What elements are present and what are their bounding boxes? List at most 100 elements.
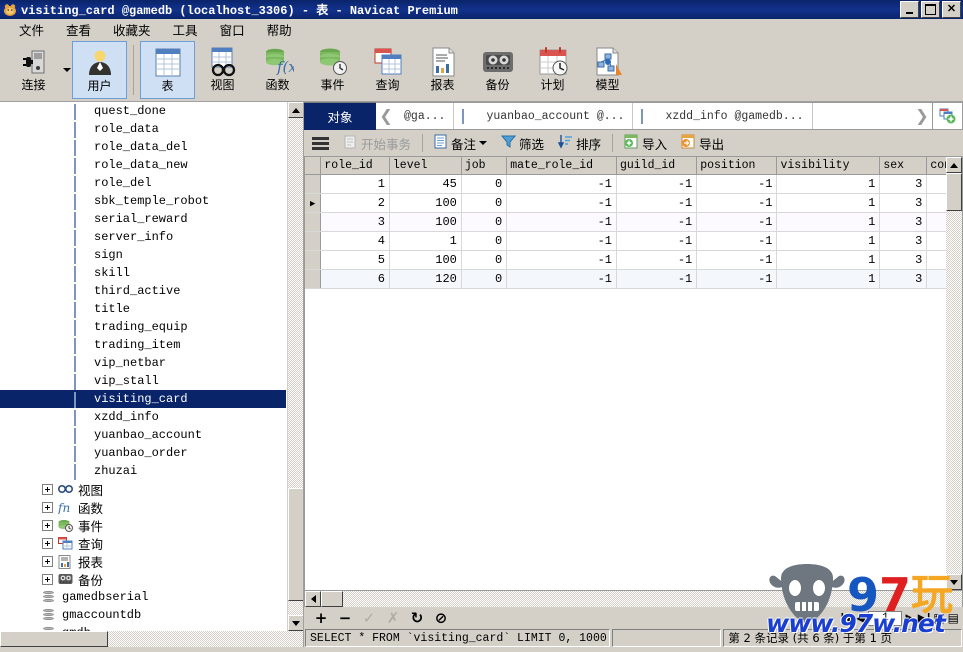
toolbar-table-button[interactable]: 表 [140, 41, 195, 99]
grid-scroll-thumb[interactable] [946, 173, 962, 211]
expand-icon[interactable] [42, 573, 53, 585]
column-header[interactable]: job [461, 157, 508, 175]
expand-icon[interactable] [42, 555, 53, 567]
tree-item-table[interactable]: server_info [0, 228, 286, 246]
table-cell[interactable]: -1 [616, 231, 698, 251]
filter-button[interactable]: 筛选 [494, 132, 551, 155]
tree-item-table[interactable]: trading_item [0, 336, 286, 354]
table-row[interactable]: 4 1 0 -1 -1 -1 1 3 [305, 231, 962, 251]
table-cell[interactable]: -1 [506, 212, 617, 232]
row-selector[interactable] [305, 269, 322, 289]
column-header[interactable]: role_id [320, 157, 390, 175]
tree-item-table[interactable]: role_del [0, 174, 286, 192]
column-header[interactable]: guild_id [616, 157, 698, 175]
grid-scroll-up-button[interactable] [946, 157, 962, 173]
toolbar-function-button[interactable]: f(x) 函数 [250, 41, 305, 99]
page-number-input[interactable]: 1 [868, 610, 903, 626]
table-cell[interactable]: 3 [879, 193, 928, 213]
tree-group-报表[interactable]: 报表 [0, 552, 286, 570]
grid-vertical-scrollbar[interactable] [946, 157, 962, 590]
expand-icon[interactable] [42, 519, 53, 531]
toolbar-connection-button[interactable]: 连接 [6, 41, 61, 99]
form-view-button[interactable]: ▤ [948, 611, 959, 625]
tree-item-table[interactable]: trading_equip [0, 318, 286, 336]
table-row[interactable]: 3 100 0 -1 -1 -1 1 3 [305, 212, 962, 232]
data-grid[interactable]: role_id level job mate_role_id guild_id posit… [304, 156, 963, 591]
row-selector[interactable] [305, 250, 322, 270]
toolbar-model-button[interactable]: 模型 [580, 41, 635, 99]
table-cell[interactable]: -1 [506, 193, 617, 213]
column-header[interactable]: sex [879, 157, 928, 175]
tree-item-table[interactable]: serial_reward [0, 210, 286, 228]
table-cell[interactable]: 2 [320, 193, 390, 213]
connection-dropdown-arrow[interactable] [61, 41, 72, 99]
tree-item-table[interactable]: visiting_card [0, 390, 287, 408]
menu-favorites[interactable]: 收藏夹 [102, 18, 162, 41]
close-button[interactable]: ✕ [942, 1, 961, 18]
import-button[interactable]: 导入 [617, 132, 674, 155]
table-cell[interactable]: -1 [616, 250, 698, 270]
table-cell[interactable]: 0 [461, 250, 508, 270]
tree-item-table[interactable]: third_active [0, 282, 286, 300]
table-cell[interactable]: -1 [506, 231, 617, 251]
table-cell[interactable]: -1 [506, 269, 617, 289]
table-cell[interactable]: 120 [389, 269, 462, 289]
tab-item[interactable]: @ga... [396, 103, 455, 129]
tree-group-视图[interactable]: 视图 [0, 480, 286, 498]
table-cell[interactable]: -1 [506, 250, 617, 270]
tree-item-table[interactable]: quest_done [0, 102, 286, 120]
tab-item[interactable]: xzdd_info @gamedb... [633, 103, 813, 129]
stop-button[interactable]: ⊘ [430, 609, 452, 627]
expand-icon[interactable] [42, 537, 53, 549]
table-cell[interactable]: 1 [776, 231, 881, 251]
tab-objects[interactable]: 对象 [304, 102, 377, 130]
tree-item-database[interactable]: gmaccountdb [0, 606, 286, 624]
table-cell[interactable]: 0 [461, 231, 508, 251]
table-cell[interactable]: 3 [879, 231, 928, 251]
table-cell[interactable]: -1 [616, 269, 698, 289]
table-cell[interactable]: 100 [389, 193, 462, 213]
tree-item-table[interactable]: sign [0, 246, 286, 264]
hamburger-icon[interactable] [310, 136, 337, 150]
tree-group-查询[interactable]: 查询 [0, 534, 286, 552]
table-cell[interactable]: 0 [461, 269, 508, 289]
export-button[interactable]: 导出 [674, 132, 731, 155]
table-cell[interactable]: -1 [696, 193, 778, 213]
menu-file[interactable]: 文件 [8, 18, 55, 41]
tree-item-table[interactable]: title [0, 300, 286, 318]
table-row[interactable]: 5 100 0 -1 -1 -1 1 3 [305, 250, 962, 270]
table-cell[interactable]: 6 [320, 269, 390, 289]
tree-item-table[interactable]: zhuzai [0, 462, 286, 480]
minimize-button[interactable] [900, 1, 919, 18]
tree-item-table[interactable]: role_data_del [0, 138, 286, 156]
table-cell[interactable]: -1 [696, 250, 778, 270]
toolbar-user-button[interactable]: 用户 [72, 41, 127, 99]
first-page-button[interactable]: |◀ [841, 611, 854, 625]
table-cell[interactable]: 1 [776, 250, 881, 270]
grid-scroll-down-button[interactable] [946, 574, 962, 590]
tab-scroll-right-button[interactable]: ❯ [912, 103, 932, 129]
toolbar-query-button[interactable]: 查询 [360, 41, 415, 99]
sidebar-vertical-scrollbar[interactable] [287, 102, 304, 631]
table-cell[interactable]: 0 [461, 193, 508, 213]
column-header[interactable]: position [696, 157, 778, 175]
tree-item-database[interactable]: gamedbserial [0, 588, 286, 606]
table-cell[interactable]: 1 [776, 269, 881, 289]
scroll-down-button[interactable] [288, 615, 304, 631]
tree-group-事件[interactable]: 事件 [0, 516, 286, 534]
note-button[interactable]: 备注 [427, 132, 494, 155]
table-cell[interactable]: 1 [320, 174, 390, 194]
table-cell[interactable]: -1 [616, 193, 698, 213]
sort-button[interactable]: 排序 [551, 132, 608, 155]
row-selector[interactable] [305, 174, 322, 194]
tree-item-table[interactable]: role_data [0, 120, 286, 138]
table-cell[interactable]: 5 [320, 250, 390, 270]
table-cell[interactable]: 3 [879, 212, 928, 232]
column-header[interactable]: level [389, 157, 462, 175]
menu-tools[interactable]: 工具 [162, 18, 209, 41]
table-cell[interactable]: 0 [461, 174, 508, 194]
table-cell[interactable]: -1 [696, 269, 778, 289]
sidebar-scroll-thumb[interactable] [288, 488, 304, 601]
table-row[interactable]: ▶ 2 100 0 -1 -1 -1 1 3 [305, 193, 962, 213]
apply-changes-button[interactable]: ✓ [358, 609, 380, 627]
